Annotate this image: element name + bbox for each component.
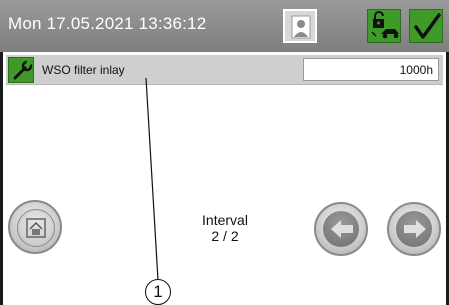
callout-marker: 1 (145, 279, 171, 305)
callout-leader-line (145, 77, 159, 281)
